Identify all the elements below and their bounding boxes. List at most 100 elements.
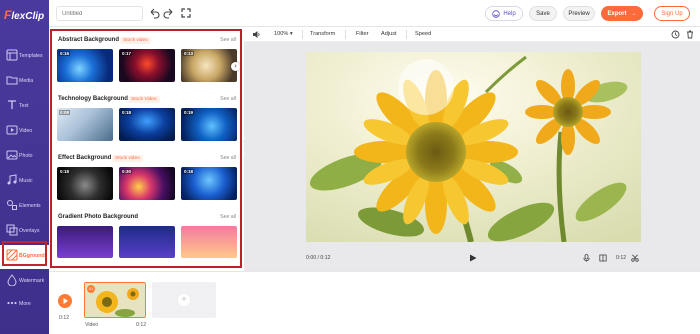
editor-toolbar: 100% ▾ Transform Filter Adjust Speed	[244, 27, 700, 42]
templates-icon	[6, 49, 18, 61]
watermark-icon	[7, 274, 17, 286]
clock-icon[interactable]	[671, 30, 680, 39]
adjust-button[interactable]: Adjust	[381, 31, 397, 37]
video-preview[interactable]	[306, 52, 641, 242]
video-thumbnail[interactable]: 0:08	[57, 108, 113, 141]
overlays-icon	[6, 224, 18, 236]
filter-button[interactable]: Filter	[356, 31, 368, 37]
clip-label: Video	[85, 322, 99, 328]
nav-item-label: Overlays	[19, 228, 40, 234]
add-clip-button[interactable]: +	[152, 282, 216, 318]
volume-icon[interactable]	[252, 30, 261, 39]
section-title-gradient: Gradient Photo Background	[58, 214, 139, 220]
thumbnail-duration: 0:18	[59, 169, 71, 174]
chevron-right-icon[interactable]: ›	[231, 62, 240, 71]
help-icon	[492, 9, 501, 18]
nav-item-templates[interactable]: Templates	[0, 45, 49, 69]
zoom-select[interactable]: 100% ▾	[274, 31, 293, 37]
stock-video-badge: Stock video	[120, 37, 151, 44]
see-all-link[interactable]: See all	[220, 37, 236, 43]
see-all-link[interactable]: See all	[220, 155, 236, 161]
play-icon[interactable]	[469, 254, 477, 262]
split-icon[interactable]	[599, 254, 607, 262]
nav-item-video[interactable]: Video	[0, 120, 49, 144]
export-arrow-icon: →	[630, 10, 637, 17]
nav-item-music[interactable]: Music	[0, 170, 49, 194]
toolbar-divider	[406, 30, 407, 39]
undo-icon[interactable]	[148, 7, 160, 19]
thumbnail-duration: 0:08	[59, 110, 71, 115]
gradient-thumbnail[interactable]	[119, 226, 175, 258]
sunflower-image	[306, 52, 641, 242]
redo-icon[interactable]	[163, 7, 175, 19]
nav-item-label: More	[19, 301, 31, 307]
export-button[interactable]: Export →	[601, 6, 643, 21]
nav-item-media[interactable]: Media	[0, 70, 49, 94]
video-thumbnail[interactable]: 0:13	[181, 49, 237, 82]
help-button[interactable]: Help	[485, 6, 523, 21]
signup-label: Sign Up	[661, 10, 683, 17]
video-thumbnail[interactable]: 0:18	[181, 167, 237, 200]
nav-item-label: Elements	[19, 203, 41, 209]
see-all-link[interactable]: See all	[220, 96, 236, 102]
more-icon	[7, 301, 17, 305]
nav-item-label: Photo	[19, 153, 33, 159]
project-title-input[interactable]	[56, 6, 143, 21]
nav-item-label: Media	[19, 78, 34, 84]
nav-item-more[interactable]: More	[0, 293, 49, 317]
export-label: Export	[607, 10, 627, 17]
nav-item-watermark[interactable]: Watermark	[0, 270, 49, 294]
video-thumbnail[interactable]: 0:19	[181, 108, 237, 141]
left-nav: FlexClip Templates Media Text Video Photo Mus…	[0, 0, 49, 334]
nav-item-label: Text	[19, 103, 29, 109]
text-icon	[8, 100, 16, 109]
nav-item-label: Templates	[19, 53, 43, 59]
timeline: 0:12 01 Video 0:12 +	[49, 271, 700, 334]
transform-button[interactable]: Transform	[310, 31, 335, 37]
gradient-thumbnail[interactable]	[181, 226, 237, 258]
nav-item-elements[interactable]: Elements	[0, 195, 49, 219]
nav-item-label: Video	[19, 128, 33, 134]
gradient-thumbnail[interactable]	[57, 226, 113, 258]
video-thumbnail[interactable]: 0:18	[57, 167, 113, 200]
fullscreen-icon[interactable]	[180, 7, 192, 19]
microphone-icon[interactable]	[583, 254, 590, 262]
scissors-icon[interactable]	[631, 254, 639, 262]
nav-item-photo[interactable]: Photo	[0, 145, 49, 169]
timeline-clip[interactable]: 01	[84, 282, 146, 318]
clip-index-badge: 01	[87, 285, 95, 293]
clip-duration: 0:12	[136, 322, 147, 328]
music-icon	[7, 174, 17, 185]
thumbnail-duration: 0:18	[121, 110, 133, 115]
speed-button[interactable]: Speed	[415, 31, 431, 37]
save-button[interactable]: Save	[529, 6, 557, 21]
video-thumbnail[interactable]: 0:18	[119, 108, 175, 141]
signup-button[interactable]: Sign Up	[654, 6, 690, 21]
duration-time: 0:12	[616, 255, 627, 261]
preview-button[interactable]: Preview	[563, 6, 595, 21]
save-label: Save	[536, 10, 550, 17]
thumbnail-duration: 0:19	[183, 110, 195, 115]
video-thumbnail[interactable]: 0:30	[119, 167, 175, 200]
nav-item-label: Music	[19, 178, 33, 184]
help-label: Help	[503, 10, 516, 17]
video-thumbnail[interactable]: 0:16	[57, 49, 113, 82]
toolbar-divider	[302, 30, 303, 39]
trash-icon[interactable]	[686, 30, 694, 39]
video-icon	[6, 125, 18, 135]
stock-video-badge: Stock Video	[128, 96, 160, 103]
media-icon	[6, 76, 18, 85]
plus-icon: +	[178, 294, 190, 306]
nav-item-label: Watermark	[19, 278, 45, 284]
nav-item-text[interactable]: Text	[0, 95, 49, 119]
app-logo: FlexClip	[4, 8, 45, 22]
timeline-play-button[interactable]	[58, 294, 72, 308]
thumbnail-duration: 0:18	[183, 169, 195, 174]
thumbnail-duration: 0:17	[121, 51, 133, 56]
preview-stage: 0:00 / 0:12 0:12	[244, 42, 700, 271]
section-title-technology: Technology Background	[58, 96, 128, 102]
current-time: 0:00 / 0:12	[306, 255, 331, 261]
toolbar-divider	[345, 30, 346, 39]
see-all-link[interactable]: See all	[220, 214, 236, 220]
video-thumbnail[interactable]: 0:17	[119, 49, 175, 82]
